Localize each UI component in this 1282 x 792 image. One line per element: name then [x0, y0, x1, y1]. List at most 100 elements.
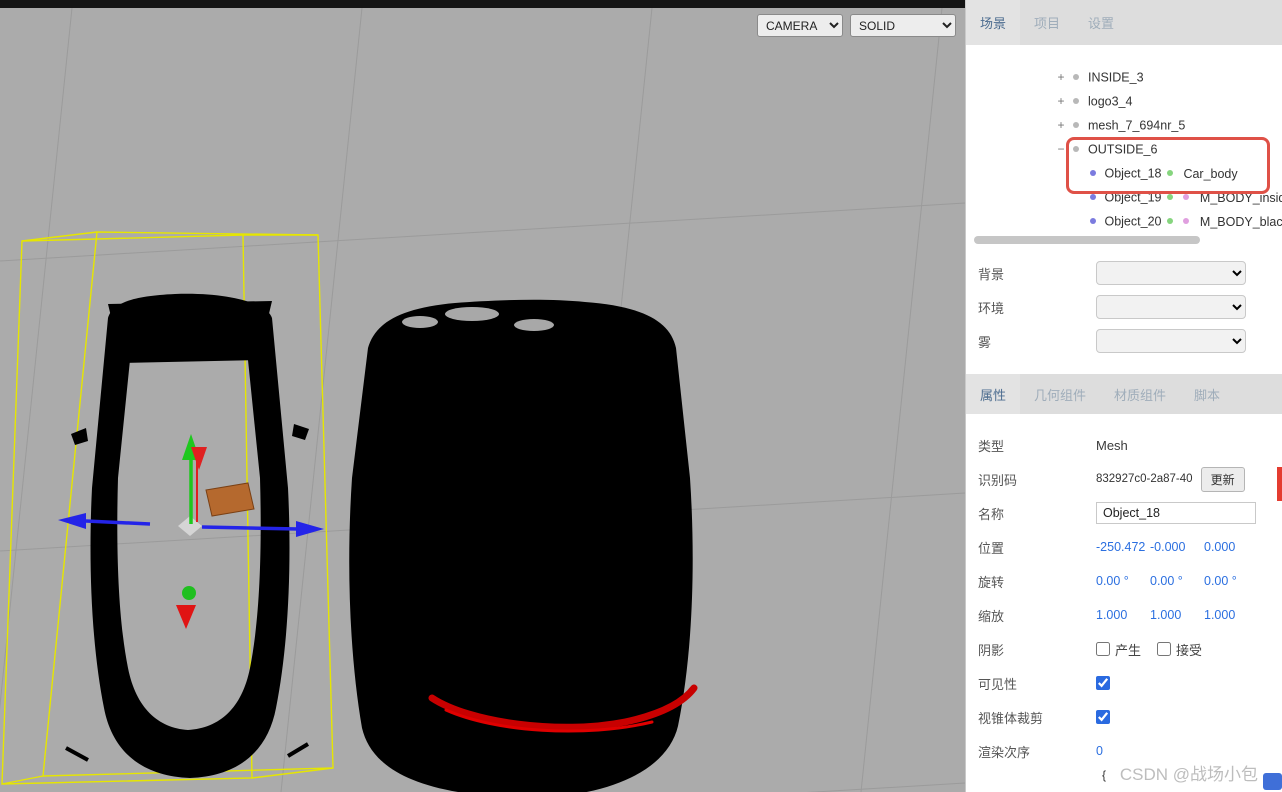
helper-cone[interactable] — [176, 605, 196, 629]
fog-label: 雾 — [978, 334, 992, 350]
fog-select[interactable] — [1096, 329, 1246, 353]
viewport-3d[interactable]: CAMERA SOLID — [0, 8, 965, 792]
node-label: Object_20 — [1104, 214, 1162, 229]
expand-icon[interactable]: + — [1054, 89, 1068, 113]
mesh-type-icon — [1090, 218, 1096, 225]
scale-row: 缩放 1.000 1.000 1.000 — [966, 598, 1282, 632]
collapse-icon[interactable]: − — [1054, 137, 1068, 161]
uuid-label: 识别码 — [978, 472, 1018, 488]
node-label: Object_18 — [1104, 166, 1162, 181]
name-label: 名称 — [978, 506, 1005, 522]
top-bar — [0, 0, 965, 8]
scene-canvas[interactable] — [0, 8, 965, 792]
pivot-box[interactable] — [205, 482, 255, 517]
scale-x[interactable]: 1.000 — [1096, 608, 1150, 622]
frustum-label: 视锥体裁剪 — [978, 710, 1044, 726]
tree-node-outside6[interactable]: − OUTSIDE_6 — [966, 137, 1282, 161]
watermark-logo-icon — [1263, 773, 1282, 790]
render-order-label: 渲染次序 — [978, 744, 1031, 760]
tree-node-inside3[interactable]: + INSIDE_3 — [966, 65, 1282, 89]
name-input[interactable] — [1096, 502, 1256, 524]
background-label: 背景 — [978, 266, 1005, 282]
gizmo-x-axis[interactable] — [201, 525, 299, 531]
roof-highlight — [402, 316, 438, 328]
type-value: Mesh — [1096, 437, 1128, 453]
annotation-edge-mark — [1277, 467, 1282, 501]
tab-settings[interactable]: 设置 — [1074, 0, 1128, 45]
gizmo-x-arrow-neg-icon[interactable] — [58, 513, 86, 529]
scale-label: 缩放 — [978, 608, 1005, 624]
shadow-cast-label: 产生 — [1115, 642, 1142, 658]
shadow-receive-label: 接受 — [1176, 642, 1203, 658]
scale-y[interactable]: 1.000 — [1150, 608, 1204, 622]
roof-highlight — [514, 319, 554, 331]
mesh-type-icon — [1090, 170, 1096, 177]
camera-select[interactable]: CAMERA — [757, 14, 843, 37]
object-tabbar: 属性 几何组件 材质组件 脚本 — [966, 374, 1282, 414]
expand-icon[interactable]: + — [1054, 65, 1068, 89]
car-left-selected[interactable] — [65, 293, 310, 778]
visible-checkbox[interactable] — [1096, 676, 1110, 690]
type-label: 类型 — [978, 438, 1005, 454]
tree-node-mesh7[interactable]: + mesh_7_694nr_5 — [966, 113, 1282, 137]
app-window: CAMERA SOLID 场景 项目 设置 + INSIDE_3 + logo3… — [0, 0, 1282, 792]
material-type-icon — [1183, 218, 1190, 225]
viewport-toolbar: CAMERA SOLID — [757, 14, 956, 37]
environment-label: 环境 — [978, 300, 1005, 316]
tree-node-object18[interactable]: Object_18 Car_body — [966, 161, 1282, 185]
node-label: OUTSIDE_6 — [1087, 142, 1158, 157]
helper-sphere[interactable] — [182, 586, 196, 600]
shadow-label: 阴影 — [978, 642, 1005, 658]
tab-script[interactable]: 脚本 — [1180, 374, 1234, 414]
position-y[interactable]: -0.000 — [1150, 540, 1204, 554]
partial-script-text: { — [1102, 768, 1107, 782]
tree-node-logo3[interactable]: + logo3_4 — [966, 89, 1282, 113]
scale-z[interactable]: 1.000 — [1204, 608, 1258, 622]
type-row: 类型 Mesh — [966, 428, 1282, 462]
position-x[interactable]: -250.472 — [1096, 540, 1150, 554]
expand-icon[interactable]: + — [1054, 113, 1068, 137]
frustum-cull-checkbox[interactable] — [1096, 710, 1110, 724]
shading-select[interactable]: SOLID — [850, 14, 956, 37]
environment-select[interactable] — [1096, 295, 1246, 319]
node-label: logo3_4 — [1087, 94, 1133, 109]
tab-geometry[interactable]: 几何组件 — [1020, 374, 1100, 414]
position-label: 位置 — [978, 540, 1005, 556]
background-select[interactable] — [1096, 261, 1246, 285]
tree-node-object19[interactable]: Object_19 M_BODY_inside — [966, 185, 1282, 209]
material-label: Car_body — [1183, 166, 1238, 181]
uuid-update-button[interactable]: 更新 — [1200, 466, 1245, 492]
position-z[interactable]: 0.000 — [1204, 540, 1258, 554]
tab-project[interactable]: 项目 — [1020, 0, 1074, 45]
shadow-cast-checkbox[interactable] — [1096, 642, 1110, 656]
gizmo-x-arrow-icon[interactable] — [296, 521, 324, 537]
environment-row: 环境 — [966, 290, 1282, 324]
car-right[interactable] — [349, 299, 698, 792]
tab-material[interactable]: 材质组件 — [1100, 374, 1180, 414]
rotation-y[interactable]: 0.00 ° — [1150, 574, 1204, 588]
main-tabbar: 场景 项目 设置 — [966, 0, 1282, 45]
material-label: M_BODY_inside — [1199, 190, 1282, 205]
tab-properties[interactable]: 属性 — [966, 374, 1021, 414]
rotation-label: 旋转 — [978, 574, 1005, 590]
scene-settings: 背景 环境 雾 — [966, 256, 1282, 358]
render-order-value[interactable]: 0 — [1096, 744, 1150, 758]
fog-row: 雾 — [966, 324, 1282, 358]
node-label: Object_19 — [1104, 190, 1162, 205]
rotation-z[interactable]: 0.00 ° — [1204, 574, 1258, 588]
object-properties: 类型 Mesh 识别码 832927c0-2a87-40 更新 名称 位置 -2… — [966, 414, 1282, 768]
shadow-receive-checkbox[interactable] — [1157, 642, 1172, 656]
visible-row: 可见性 — [966, 666, 1282, 700]
scene-outliner[interactable]: + INSIDE_3 + logo3_4 + mesh_7_694nr_5 − … — [966, 45, 1282, 253]
material-label: M_BODY_black — [1199, 214, 1282, 229]
group-type-icon — [1073, 122, 1080, 129]
background-row: 背景 — [966, 256, 1282, 290]
tree-node-object20[interactable]: Object_20 M_BODY_black — [966, 209, 1282, 233]
node-label: INSIDE_3 — [1087, 70, 1144, 85]
sidebar-panel: 场景 项目 设置 + INSIDE_3 + logo3_4 + mesh_7_6… — [965, 0, 1282, 792]
tab-scene[interactable]: 场景 — [966, 0, 1021, 45]
outliner-horizontal-scrollbar[interactable] — [974, 236, 1200, 244]
group-type-icon — [1073, 98, 1080, 105]
uuid-row: 识别码 832927c0-2a87-40 更新 — [966, 462, 1282, 496]
rotation-x[interactable]: 0.00 ° — [1096, 574, 1150, 588]
